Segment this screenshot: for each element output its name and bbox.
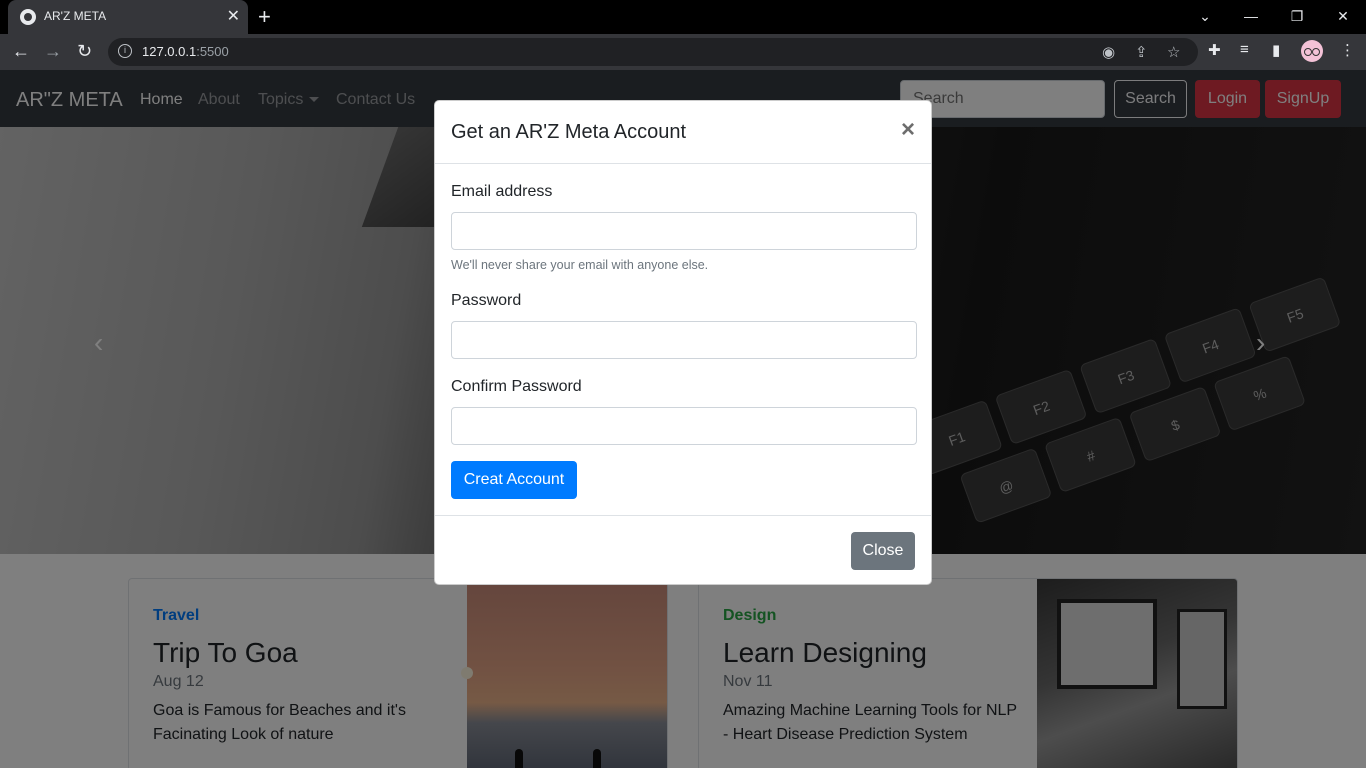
close-window-icon[interactable]: ✕: [1320, 0, 1366, 32]
info-icon[interactable]: i: [118, 44, 132, 58]
email-field[interactable]: [451, 212, 917, 250]
password-label: Password: [451, 292, 522, 309]
profile-avatar[interactable]: [1301, 40, 1323, 62]
modal-header: Get an AR'Z Meta Account ×: [435, 101, 931, 164]
email-label: Email address: [451, 183, 553, 200]
back-icon[interactable]: ←: [12, 41, 30, 61]
globe-icon: [20, 9, 36, 25]
tab-close-icon[interactable]: ✕: [227, 6, 240, 26]
window-controls: ⌄ — ❐ ✕: [1182, 0, 1366, 34]
address-bar[interactable]: i 127.0.0.1:5500 ◉ ⇪ ☆: [108, 38, 1198, 66]
modal-footer: Close: [435, 515, 931, 585]
browser-tab[interactable]: AR'Z META ✕: [8, 0, 248, 34]
menu-icon[interactable]: ⋮: [1340, 41, 1355, 59]
close-button[interactable]: Close: [851, 532, 915, 570]
tab-search-icon[interactable]: ⌄: [1182, 0, 1228, 32]
forward-icon[interactable]: →: [44, 41, 62, 61]
minimize-icon[interactable]: —: [1228, 0, 1274, 32]
new-tab-icon[interactable]: +: [258, 4, 271, 30]
media-icon[interactable]: ≡: [1240, 41, 1249, 58]
browser-tab-bar: AR'Z META ✕ + ⌄ — ❐ ✕: [0, 0, 1366, 34]
modal-title: Get an AR'Z Meta Account: [451, 121, 687, 143]
browser-toolbar: ← → ↻ i 127.0.0.1:5500 ◉ ⇪ ☆: [0, 34, 1366, 70]
password-field[interactable]: [451, 321, 917, 359]
extensions-icon[interactable]: ✚: [1208, 41, 1221, 59]
create-account-button[interactable]: Creat Account: [451, 461, 577, 499]
side-panel-icon[interactable]: ▮: [1272, 41, 1280, 59]
url-text: 127.0.0.1:5500: [142, 44, 229, 59]
eye-off-icon[interactable]: ◉: [1102, 43, 1115, 61]
star-icon[interactable]: ☆: [1167, 43, 1180, 61]
confirm-password-label: Confirm Password: [451, 378, 582, 395]
share-icon[interactable]: ⇪: [1135, 43, 1148, 61]
signup-modal: Get an AR'Z Meta Account × Email address…: [434, 100, 932, 585]
tab-title: AR'Z META: [44, 9, 107, 23]
close-icon[interactable]: ×: [901, 118, 915, 142]
restore-icon[interactable]: ❐: [1274, 0, 1320, 32]
reload-icon[interactable]: ↻: [77, 41, 92, 61]
confirm-password-field[interactable]: [451, 407, 917, 445]
email-help-text: We'll never share your email with anyone…: [451, 258, 709, 272]
